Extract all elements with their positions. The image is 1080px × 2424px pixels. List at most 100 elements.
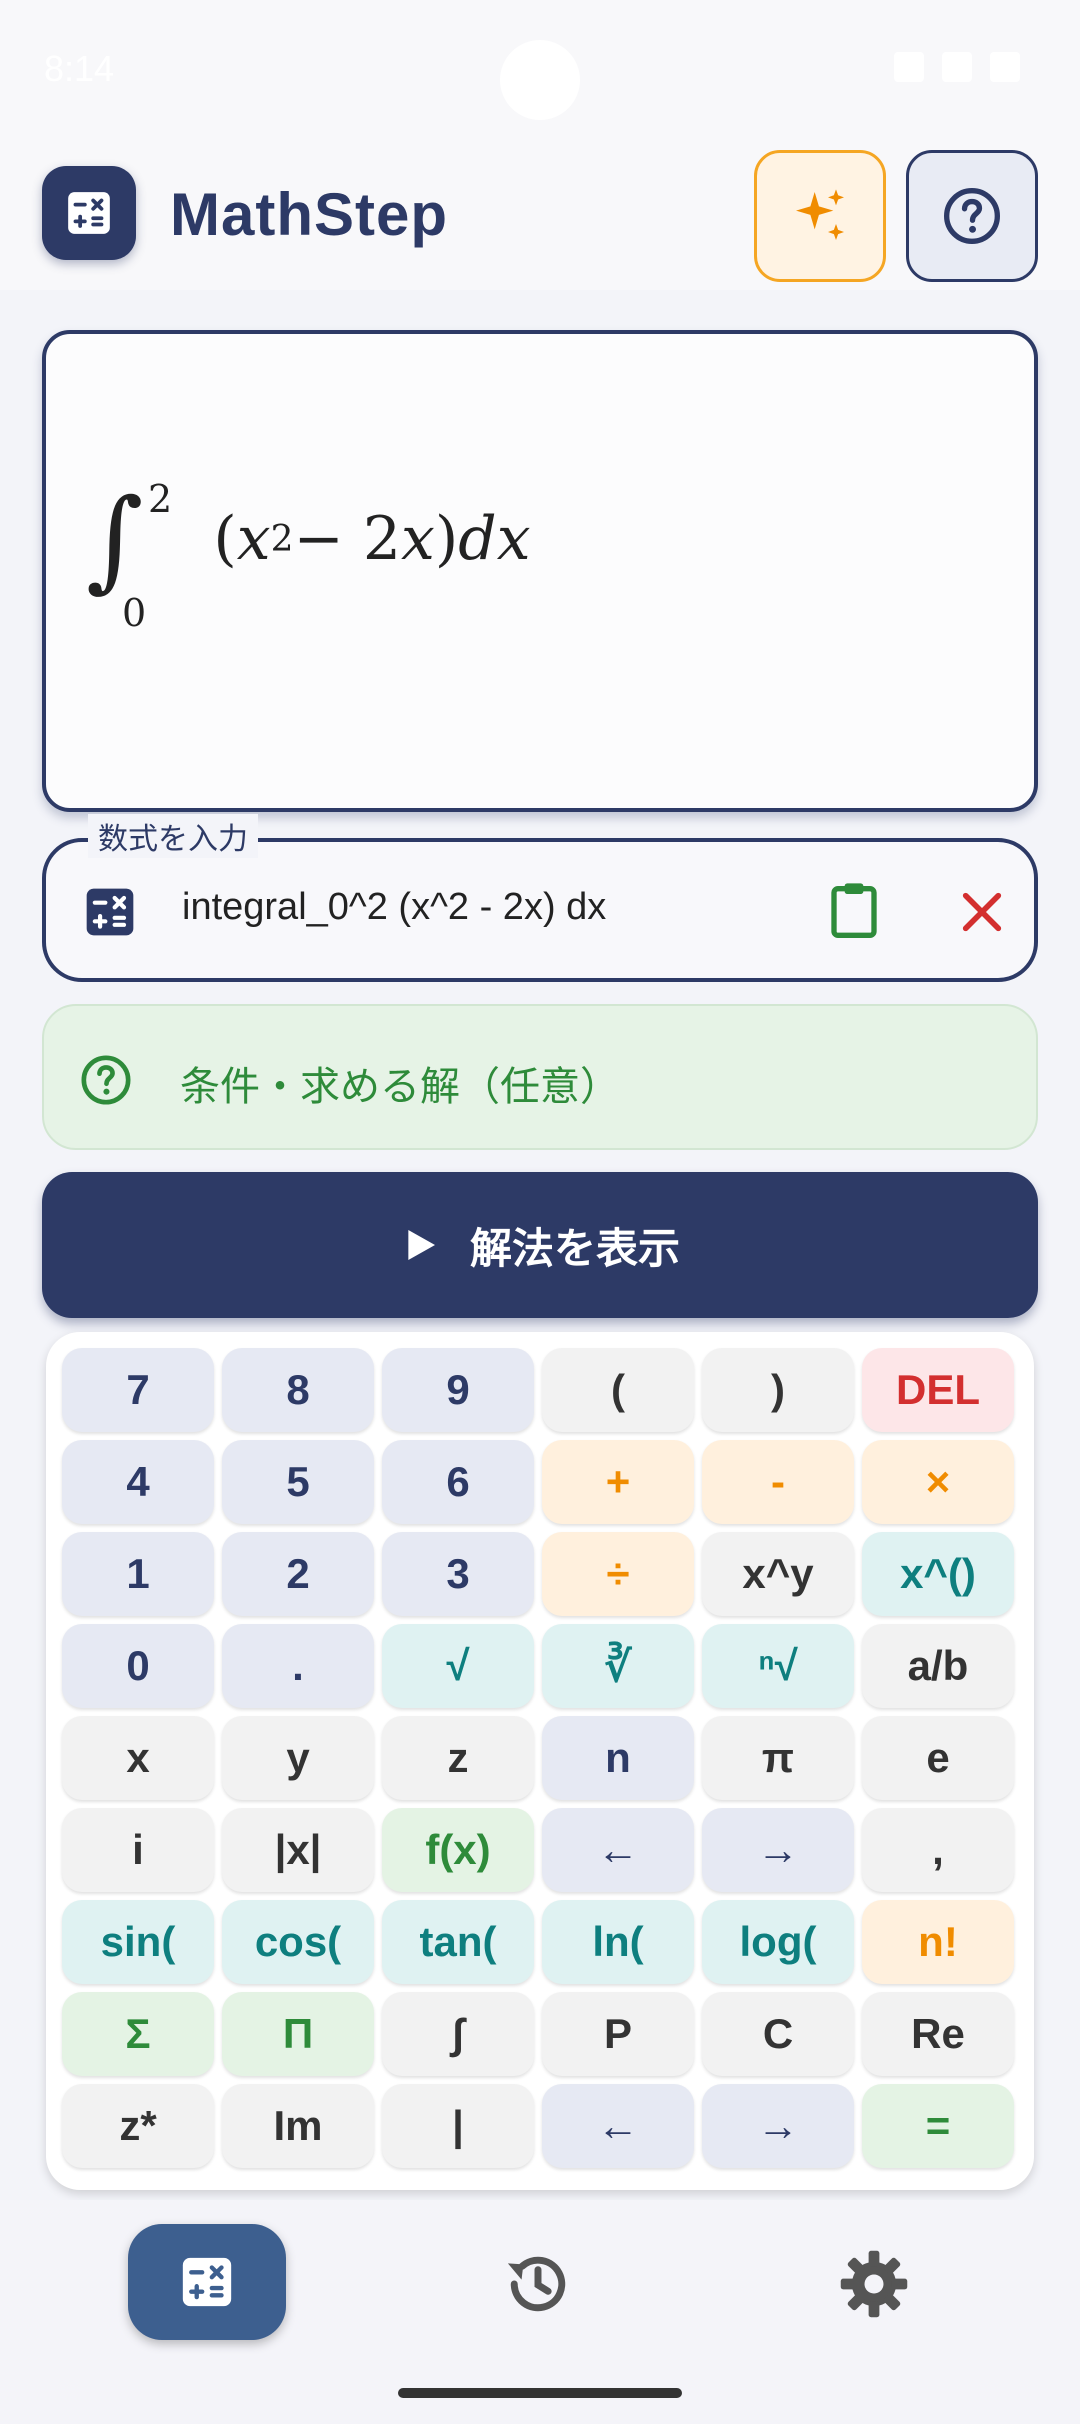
key-pi[interactable]: π: [702, 1716, 854, 1800]
app-title: MathStep: [170, 181, 448, 248]
status-icons: [894, 52, 1020, 82]
key-left-paren[interactable]: (: [542, 1348, 694, 1432]
gear-icon[interactable]: [836, 2246, 912, 2322]
key-4[interactable]: 4: [62, 1440, 214, 1524]
key-nth-root[interactable]: ⁿ√: [702, 1624, 854, 1708]
key-1[interactable]: 1: [62, 1532, 214, 1616]
signal-icon: [942, 52, 972, 82]
key-i[interactable]: i: [62, 1808, 214, 1892]
wifi-icon: [894, 52, 924, 82]
key-cbrt[interactable]: ∛: [542, 1624, 694, 1708]
key-ln[interactable]: ln(: [542, 1900, 694, 1984]
play-icon: [408, 1230, 435, 1260]
key-9[interactable]: 9: [382, 1348, 534, 1432]
key-right-paren[interactable]: ): [702, 1348, 854, 1432]
home-indicator: [398, 2388, 682, 2398]
sparkle-icon: [796, 189, 844, 240]
key-3[interactable]: 3: [382, 1532, 534, 1616]
key-z[interactable]: z: [382, 1716, 534, 1800]
left-paren: (: [213, 504, 237, 574]
key-sum[interactable]: Σ: [62, 1992, 214, 2076]
key-0[interactable]: 0: [62, 1624, 214, 1708]
input-label: 数式を入力: [88, 814, 258, 858]
lower-limit: 0: [122, 591, 147, 635]
calculator-icon: [86, 888, 134, 936]
solve-label: 解法を表示: [469, 1223, 680, 1273]
help-circle-icon: [81, 1055, 131, 1105]
key-power[interactable]: x^y: [702, 1532, 854, 1616]
calculator-icon: [182, 2257, 232, 2307]
key-equals[interactable]: =: [862, 2084, 1014, 2168]
key-cos[interactable]: cos(: [222, 1900, 374, 1984]
key-abs[interactable]: |x|: [222, 1808, 374, 1892]
clipboard-icon[interactable]: [822, 878, 886, 942]
expression-input[interactable]: 数式を入力 integral_0^2 (x^2 - 2x) dx: [42, 814, 1038, 982]
help-button[interactable]: [906, 150, 1038, 282]
key-tan[interactable]: tan(: [382, 1900, 534, 1984]
key-re[interactable]: Re: [862, 1992, 1014, 2076]
app-logo: [42, 166, 136, 260]
key-c[interactable]: C: [702, 1992, 854, 2076]
key-p[interactable]: P: [542, 1992, 694, 2076]
key-multiply[interactable]: ×: [862, 1440, 1014, 1524]
upper-limit: 2: [148, 477, 173, 521]
status-bar: 8:14: [0, 0, 1080, 140]
keypad: 7 8 9() DEL 4 5 6 + - × 1 2 3 ÷ x^y x^() 0. √ ∛ ⁿ√ a/b x y z n π e…: [46, 1332, 1034, 2190]
key-7[interactable]: 7: [62, 1348, 214, 1432]
history-icon[interactable]: [500, 2246, 576, 2322]
variable-x: x: [236, 504, 271, 574]
camera-cutout: [500, 40, 580, 120]
exponent: 2: [270, 518, 294, 560]
nav-calculator[interactable]: [128, 2224, 286, 2340]
key-2[interactable]: 2: [222, 1532, 374, 1616]
key-left[interactable]: ←: [542, 2084, 694, 2168]
key-im[interactable]: Im: [222, 2084, 374, 2168]
key-n[interactable]: n: [542, 1716, 694, 1800]
key-delete[interactable]: DEL: [862, 1348, 1014, 1432]
key-function[interactable]: f(x): [382, 1808, 534, 1892]
key-divide[interactable]: ÷: [542, 1532, 694, 1616]
differential: dx: [458, 504, 531, 574]
key-integral[interactable]: ∫: [382, 1992, 534, 2076]
variable-x-2: x: [401, 504, 435, 574]
app-bar: MathStep: [0, 140, 1080, 290]
minus-term: − 2: [293, 504, 402, 574]
key-comma[interactable]: ,: [862, 1808, 1014, 1892]
key-6[interactable]: 6: [382, 1440, 534, 1524]
key-minus[interactable]: -: [702, 1440, 854, 1524]
calculator-icon: [68, 192, 110, 234]
battery-icon: [990, 52, 1020, 82]
key-conjugate[interactable]: z*: [62, 2084, 214, 2168]
key-sqrt[interactable]: √: [382, 1624, 534, 1708]
key-8[interactable]: 8: [222, 1348, 374, 1432]
key-plus[interactable]: +: [542, 1440, 694, 1524]
conditions-label: 条件・求める解（任意）: [180, 1064, 620, 1110]
key-fraction[interactable]: a/b: [862, 1624, 1014, 1708]
key-5[interactable]: 5: [222, 1440, 374, 1524]
key-left[interactable]: ←: [542, 1808, 694, 1892]
solve-button[interactable]: 解法を表示: [42, 1172, 1038, 1318]
status-time: 8:14: [44, 48, 115, 89]
key-product[interactable]: Π: [222, 1992, 374, 2076]
right-paren: ): [434, 504, 459, 574]
conditions-toggle[interactable]: 条件・求める解（任意）: [42, 1004, 1038, 1150]
close-icon[interactable]: [954, 884, 1010, 940]
bottom-navigation: [0, 2200, 1080, 2424]
key-pipe[interactable]: |: [382, 2084, 534, 2168]
integral-symbol: ∫: [86, 475, 144, 603]
math-preview: ∫ 2 0 ( x 2 − 2 x ) dx: [42, 330, 1038, 812]
key-decimal[interactable]: .: [222, 1624, 374, 1708]
key-e[interactable]: e: [862, 1716, 1014, 1800]
rendered-expression: ∫ 2 0 ( x 2 − 2 x ) dx: [86, 480, 531, 632]
key-factorial[interactable]: n!: [862, 1900, 1014, 1984]
key-sin[interactable]: sin(: [62, 1900, 214, 1984]
integral-sign: ∫ 2 0: [86, 480, 172, 632]
input-value[interactable]: integral_0^2 (x^2 - 2x) dx: [182, 886, 606, 929]
key-right[interactable]: →: [702, 1808, 854, 1892]
key-log[interactable]: log(: [702, 1900, 854, 1984]
key-power-group[interactable]: x^(): [862, 1532, 1014, 1616]
ai-assist-button[interactable]: [754, 150, 886, 282]
key-x[interactable]: x: [62, 1716, 214, 1800]
key-y[interactable]: y: [222, 1716, 374, 1800]
key-right[interactable]: →: [702, 2084, 854, 2168]
